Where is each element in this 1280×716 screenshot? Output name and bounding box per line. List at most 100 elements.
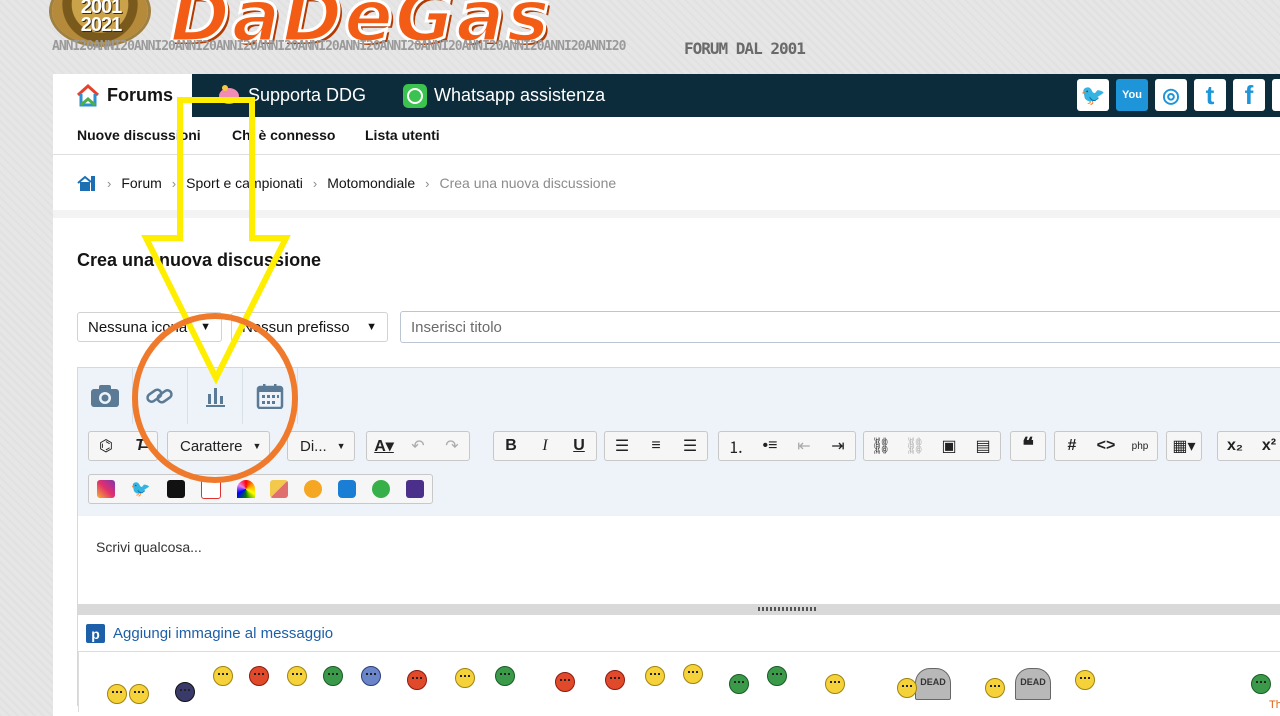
prefix-select[interactable]: Nessun prefisso ▼ <box>231 312 388 342</box>
smiley-mad-icon[interactable] <box>407 670 427 690</box>
message-textarea[interactable]: Scrivi qualcosa... <box>78 516 1280 604</box>
smiley-crown-icon[interactable] <box>729 674 749 694</box>
text-color-icon[interactable]: A▾ <box>367 432 401 460</box>
code-icon[interactable]: <> <box>1089 432 1123 460</box>
smiley-icon[interactable] <box>213 666 233 686</box>
smiley-ninja-icon[interactable] <box>175 682 195 702</box>
superscript-icon[interactable]: x² <box>1252 432 1280 460</box>
tab-whatsapp[interactable]: Whatsapp assistenza <box>402 74 605 117</box>
smiley-sick-icon[interactable] <box>323 666 343 686</box>
icon-select[interactable]: Nessuna icona ▼ <box>77 312 222 342</box>
more-social-icon[interactable] <box>1272 79 1280 111</box>
insert-event-button[interactable] <box>243 368 298 424</box>
unlink-icon[interactable]: ⛓ <box>898 432 932 460</box>
smiley-rip-icon[interactable] <box>985 678 1005 698</box>
swap-icon[interactable] <box>304 480 323 498</box>
outdent-icon[interactable]: ⇤ <box>787 432 821 460</box>
smiley-angry-icon[interactable] <box>249 666 269 686</box>
smiley-thumbsup-icon[interactable] <box>495 666 515 686</box>
tombstone-dead-icon[interactable]: DEAD <box>1015 668 1051 700</box>
align-right-icon[interactable]: ☰ <box>673 432 707 460</box>
breadcrumb-sport[interactable]: Sport e campionati <box>186 175 303 191</box>
prefix-select-value: Nessun prefisso <box>242 318 350 336</box>
youtube-icon[interactable]: You <box>1116 79 1148 111</box>
tumblr-icon[interactable]: t <box>1194 79 1226 111</box>
insert-image-icon[interactable]: ▣ <box>932 432 966 460</box>
download-icon[interactable] <box>372 480 391 498</box>
poll-icon <box>206 388 225 407</box>
bullet-list-icon[interactable]: •≡ <box>753 432 787 460</box>
font-size-dropdown[interactable]: Di... ▼ <box>287 431 355 461</box>
insert-media-icon[interactable]: ▤ <box>966 432 1000 460</box>
undo-icon[interactable]: ↶ <box>401 432 435 460</box>
attach-image-button[interactable] <box>78 368 133 424</box>
tombstone-dead-icon[interactable]: DEAD <box>915 668 951 700</box>
instagram-embed-icon[interactable] <box>96 480 115 498</box>
smiley-cowboy-icon[interactable] <box>1075 670 1095 690</box>
toolbar-group-embeds: 🐦 <box>88 474 433 504</box>
italic-icon[interactable]: I <box>528 432 562 460</box>
twitter-icon[interactable]: 🐦 <box>1077 79 1109 111</box>
bold-icon[interactable]: B <box>494 432 528 460</box>
add-image-link[interactable]: p Aggiungi immagine al messaggio <box>86 624 333 643</box>
breadcrumb-forum[interactable]: Forum <box>121 175 161 191</box>
caret-down-icon: ▼ <box>336 441 346 451</box>
facebook-icon[interactable]: f <box>1233 79 1265 111</box>
smiley-rolleyes-icon[interactable] <box>683 664 703 684</box>
tab-supporta-ddg[interactable]: Supporta DDG <box>216 74 366 117</box>
insert-table-button[interactable]: ▦▾ <box>1166 431 1202 461</box>
smiley-devil-icon[interactable] <box>605 670 625 690</box>
twitter-embed-icon[interactable]: 🐦 <box>131 479 151 499</box>
insert-link-icon[interactable]: ⛓ <box>864 432 898 460</box>
indent-icon[interactable]: ⇥ <box>821 432 855 460</box>
gallery-embed-icon[interactable] <box>406 480 425 498</box>
tab-supporta-label: Supporta DDG <box>248 85 367 105</box>
video-embed-icon[interactable] <box>338 480 357 498</box>
editor-resize-handle[interactable] <box>78 604 1280 615</box>
link-new-posts[interactable]: Nuove discussioni <box>77 127 201 143</box>
tab-forums[interactable]: Forums <box>53 74 192 117</box>
insert-link-button[interactable] <box>133 368 188 424</box>
quote-button[interactable]: ❝ <box>1010 431 1046 461</box>
spoiler-icon[interactable] <box>270 480 289 498</box>
php-code-icon[interactable]: php <box>1123 432 1157 460</box>
smiley-rip-icon[interactable] <box>897 678 917 698</box>
rainbow-icon[interactable] <box>236 480 255 498</box>
smiley-icon[interactable] <box>287 666 307 686</box>
source-mode-icon[interactable]: ⌬ <box>89 432 123 460</box>
align-left-icon[interactable]: ☰ <box>605 432 639 460</box>
smiley-thanks-icon[interactable] <box>1251 674 1271 694</box>
font-family-dropdown[interactable]: Carattere ▼ <box>167 431 271 461</box>
chevron-down-icon: ▼ <box>200 321 211 333</box>
clear-format-icon[interactable]: T̶ <box>123 432 157 460</box>
align-center-icon[interactable]: ≡ <box>639 432 673 460</box>
subscript-icon[interactable]: x₂ <box>1218 432 1252 460</box>
main-navbar: Forums Supporta DDG Whatsapp assistenza … <box>53 74 1280 117</box>
link-members[interactable]: Lista utenti <box>365 127 440 143</box>
hashtag-icon[interactable]: # <box>1055 432 1089 460</box>
smiley-icon[interactable] <box>107 684 127 704</box>
smiley-cool-icon[interactable] <box>455 668 475 688</box>
breadcrumb-motomondiale[interactable]: Motomondiale <box>327 175 415 191</box>
home-breadcrumb-icon[interactable] <box>77 173 97 193</box>
instagram-icon[interactable]: ◎ <box>1155 79 1187 111</box>
seal-year-end: 2021 <box>80 14 123 36</box>
link-whos-online[interactable]: Chi è connesso <box>232 127 335 143</box>
ordered-list-icon[interactable]: ⒈ <box>719 432 753 460</box>
pdf-embed-icon[interactable] <box>200 479 221 499</box>
redo-icon[interactable]: ↷ <box>435 432 469 460</box>
title-input[interactable] <box>400 311 1280 343</box>
postimage-icon: p <box>86 624 105 643</box>
underline-icon[interactable]: U <box>562 432 596 460</box>
smiley-icon[interactable] <box>645 666 665 686</box>
tiktok-embed-icon[interactable] <box>166 480 185 498</box>
insert-poll-button[interactable] <box>188 368 243 424</box>
smiley-ninja-green-icon[interactable] <box>767 666 787 686</box>
smiley-icon[interactable] <box>129 684 149 704</box>
smiley-rip-icon[interactable] <box>825 674 845 694</box>
toolbar-group-lists: ⒈ •≡ ⇤ ⇥ <box>718 431 856 461</box>
smiley-hammer-icon[interactable] <box>555 672 575 692</box>
section-divider <box>53 210 1280 218</box>
smiley-sad-icon[interactable] <box>361 666 381 686</box>
breadcrumb-chevron-icon: › <box>171 175 177 191</box>
